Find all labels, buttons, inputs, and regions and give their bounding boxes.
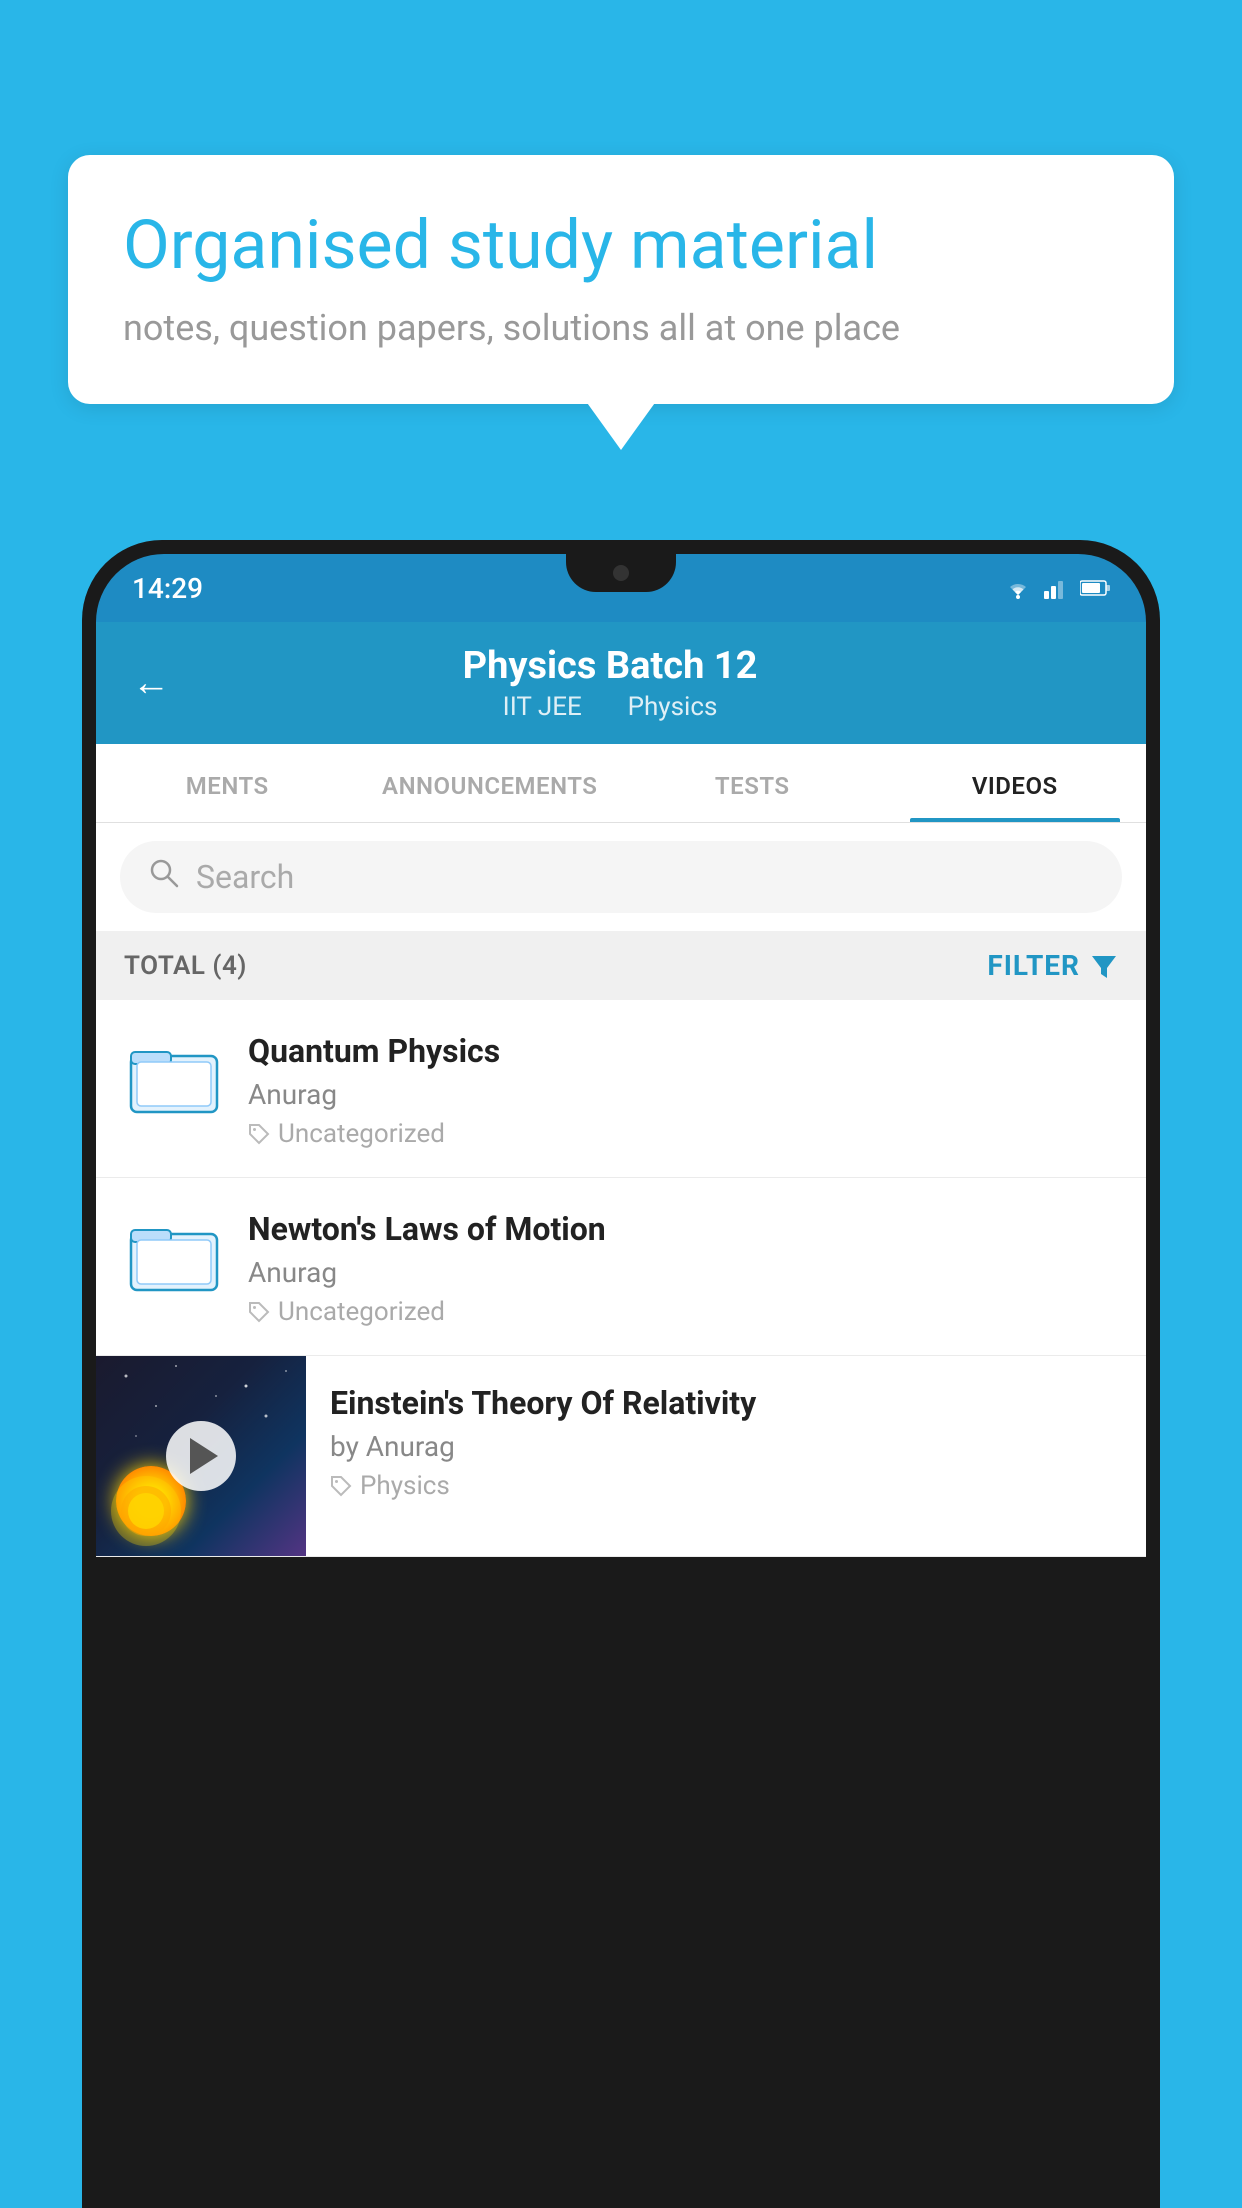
play-triangle-icon xyxy=(190,1438,218,1474)
search-container: Search xyxy=(96,823,1146,931)
play-button-3[interactable] xyxy=(166,1421,236,1491)
folder-thumb-2 xyxy=(124,1206,224,1306)
status-bar: 14:29 xyxy=(96,554,1146,622)
video-author-3: by Anurag xyxy=(330,1430,1122,1463)
video-tag-text-2: Uncategorized xyxy=(278,1297,445,1327)
video-tag-2: Uncategorized xyxy=(248,1297,1118,1327)
filter-label: FILTER xyxy=(987,949,1080,982)
list-item[interactable]: Quantum Physics Anurag Uncategorized xyxy=(96,1000,1146,1178)
list-item[interactable]: Newton's Laws of Motion Anurag Uncategor… xyxy=(96,1178,1146,1356)
video-title-1: Quantum Physics xyxy=(248,1032,1118,1070)
video-title-2: Newton's Laws of Motion xyxy=(248,1210,1118,1248)
folder-icon xyxy=(129,1211,219,1301)
tag-icon-3 xyxy=(330,1475,352,1497)
video-info-3: Einstein's Theory Of Relativity by Anura… xyxy=(306,1356,1146,1529)
video-list: Quantum Physics Anurag Uncategorized xyxy=(96,1000,1146,1557)
header-tag1: IIT JEE xyxy=(503,692,582,722)
tabs-bar: MENTS ANNOUNCEMENTS TESTS VIDEOS xyxy=(96,744,1146,823)
search-input[interactable]: Search xyxy=(196,858,294,896)
filter-funnel-icon xyxy=(1090,952,1118,980)
back-button[interactable]: ← xyxy=(132,661,170,705)
camera xyxy=(613,565,629,581)
status-icons xyxy=(1004,577,1110,599)
speech-bubble: Organised study material notes, question… xyxy=(68,155,1174,404)
tab-videos[interactable]: VIDEOS xyxy=(884,744,1147,822)
filter-bar: TOTAL (4) FILTER xyxy=(96,931,1146,1000)
folder-icon xyxy=(129,1033,219,1123)
list-item[interactable]: Einstein's Theory Of Relativity by Anura… xyxy=(96,1356,1146,1557)
bubble-subtitle: notes, question papers, solutions all at… xyxy=(123,307,1119,349)
header-subtitle: IIT JEE Physics xyxy=(200,692,1020,722)
video-tag-text-3: Physics xyxy=(360,1471,450,1501)
video-info-2: Newton's Laws of Motion Anurag Uncategor… xyxy=(248,1206,1118,1327)
wifi-icon xyxy=(1004,577,1032,599)
video-tag-3: Physics xyxy=(330,1471,1122,1501)
header-title: Physics Batch 12 xyxy=(200,644,1020,688)
video-tag-1: Uncategorized xyxy=(248,1119,1118,1149)
phone-screen: 14:29 xyxy=(96,554,1146,2208)
signal-icon xyxy=(1044,577,1068,599)
tab-ments[interactable]: MENTS xyxy=(96,744,359,822)
battery-icon xyxy=(1080,579,1110,597)
video-title-3: Einstein's Theory Of Relativity xyxy=(330,1384,1122,1422)
video-info-1: Quantum Physics Anurag Uncategorized xyxy=(248,1028,1118,1149)
total-count: TOTAL (4) xyxy=(124,951,247,981)
filter-button[interactable]: FILTER xyxy=(987,949,1118,982)
tag-icon-1 xyxy=(248,1123,270,1145)
search-bar[interactable]: Search xyxy=(120,841,1122,913)
status-time: 14:29 xyxy=(132,572,203,605)
header-tag2: Physics xyxy=(628,692,718,722)
folder-thumb-1 xyxy=(124,1028,224,1128)
header-center: Physics Batch 12 IIT JEE Physics xyxy=(200,644,1020,722)
app-header: ← Physics Batch 12 IIT JEE Physics xyxy=(96,622,1146,744)
tab-tests[interactable]: TESTS xyxy=(621,744,884,822)
bubble-title: Organised study material xyxy=(123,205,1119,287)
video-thumbnail-3 xyxy=(96,1356,306,1556)
search-icon xyxy=(148,857,180,897)
video-author-2: Anurag xyxy=(248,1256,1118,1289)
video-author-1: Anurag xyxy=(248,1078,1118,1111)
tab-announcements[interactable]: ANNOUNCEMENTS xyxy=(359,744,622,822)
tag-icon-2 xyxy=(248,1301,270,1323)
video-tag-text-1: Uncategorized xyxy=(278,1119,445,1149)
phone-frame: 14:29 xyxy=(82,540,1160,2208)
notch xyxy=(566,554,676,592)
